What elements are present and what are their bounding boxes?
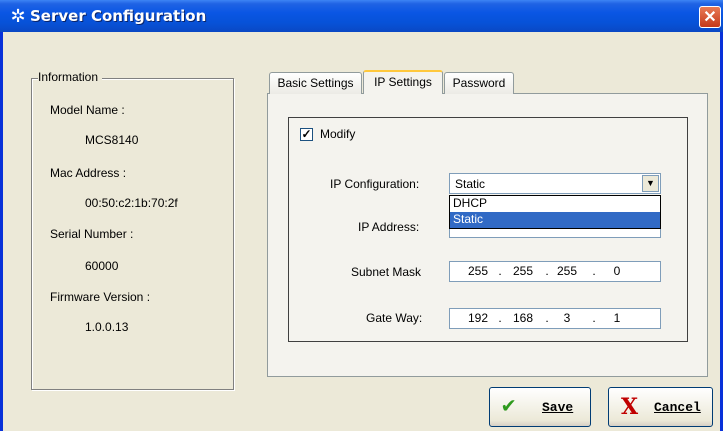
window-title: Server Configuration: [30, 7, 207, 25]
subnet-octet: 0: [613, 264, 621, 278]
ip-configuration-select[interactable]: Static ▼: [449, 173, 661, 194]
model-name-value: MCS8140: [85, 133, 139, 147]
modify-checkbox[interactable]: ✓: [300, 128, 313, 141]
cancel-button[interactable]: X Cancel: [608, 387, 713, 427]
gateway-octet: 192: [467, 311, 489, 325]
ip-dot: .: [545, 264, 549, 278]
modify-label: Modify: [320, 127, 356, 141]
save-label: Save: [542, 400, 574, 415]
dropdown-option-static[interactable]: Static: [450, 212, 660, 228]
ip-dot: .: [545, 311, 549, 325]
serial-number-value: 60000: [85, 259, 119, 273]
close-button[interactable]: ✕: [699, 6, 721, 28]
ip-dot: .: [592, 264, 596, 278]
serial-number-label: Serial Number :: [50, 227, 134, 241]
cancel-label: Cancel: [654, 400, 701, 415]
ip-address-label: IP Address:: [358, 220, 420, 234]
gateway-field[interactable]: 192 . 168 . 3 . 1: [449, 308, 661, 329]
title-bar[interactable]: ✲ Server Configuration ✕: [0, 0, 723, 32]
ip-configuration-label: IP Configuration:: [330, 177, 420, 191]
subnet-mask-field[interactable]: 255 . 255 . 255 . 0: [449, 261, 661, 282]
tab-ip-settings[interactable]: IP Settings: [363, 70, 443, 94]
ip-dot: .: [498, 264, 502, 278]
model-name-label: Model Name :: [50, 103, 125, 117]
tab-basic-settings[interactable]: Basic Settings: [269, 72, 362, 94]
ip-configuration-value: Static: [455, 177, 486, 191]
subnet-octet: 255: [512, 264, 534, 278]
ip-configuration-dropdown-list[interactable]: DHCP Static: [449, 195, 661, 229]
ip-dot: .: [498, 311, 502, 325]
save-button[interactable]: ✔ Save: [489, 387, 591, 427]
subnet-octet: 255: [556, 264, 578, 278]
information-legend: Information: [38, 70, 103, 84]
x-icon: X: [621, 394, 639, 420]
checkmark-icon: ✔: [502, 394, 516, 419]
window-border-left: [0, 32, 3, 431]
gateway-octet: 3: [563, 311, 571, 325]
subnet-mask-label: Subnet Mask: [351, 265, 422, 279]
mac-address-value: 00:50:c2:1b:70:2f: [85, 196, 178, 210]
gateway-octet: 168: [512, 311, 534, 325]
dropdown-option-dhcp[interactable]: DHCP: [450, 196, 660, 212]
firmware-version-value: 1.0.0.13: [85, 320, 129, 334]
gateway-octet: 1: [613, 311, 621, 325]
chevron-down-icon[interactable]: ▼: [642, 175, 659, 192]
gear-icon: ✲: [10, 6, 26, 26]
gateway-label: Gate Way:: [366, 311, 423, 325]
tab-password[interactable]: Password: [444, 72, 514, 94]
mac-address-label: Mac Address :: [50, 166, 127, 180]
ip-dot: .: [592, 311, 596, 325]
firmware-version-label: Firmware Version :: [50, 290, 151, 304]
subnet-octet: 255: [467, 264, 489, 278]
